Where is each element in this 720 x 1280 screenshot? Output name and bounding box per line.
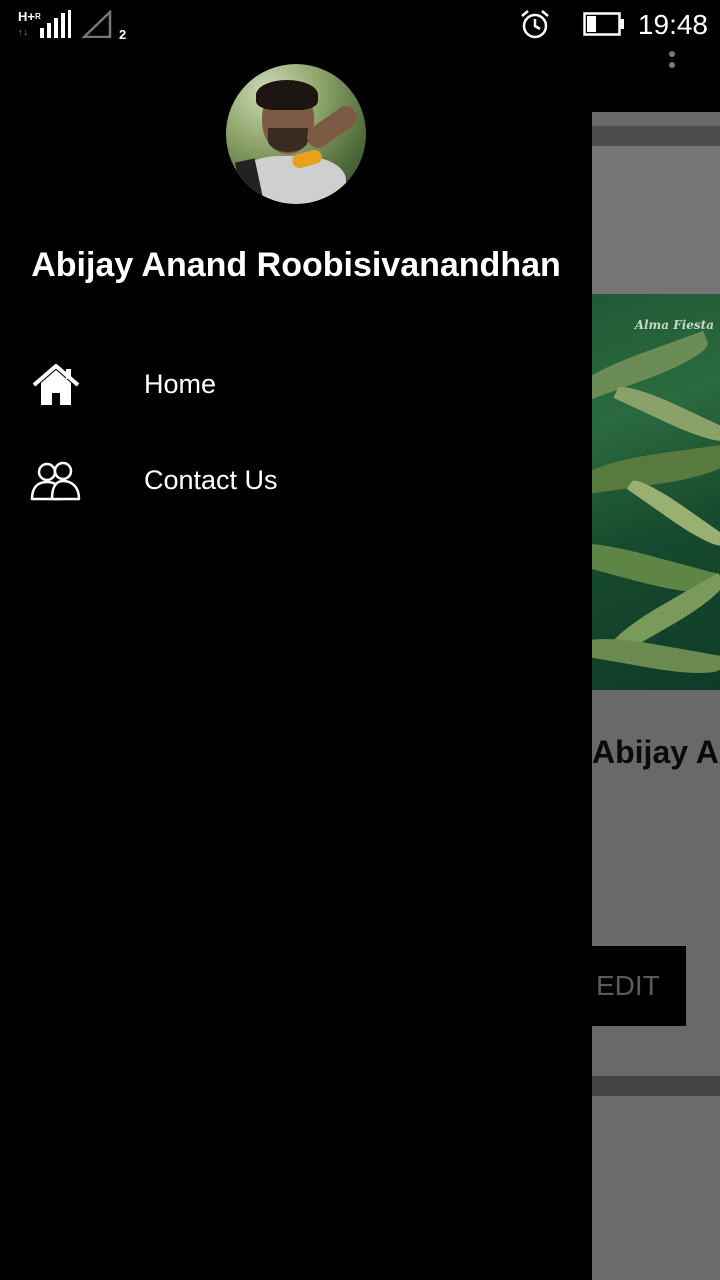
signal-empty-icon (82, 10, 112, 38)
navigation-drawer: Abijay Anand Roobisivanandhan Home Conta… (0, 50, 592, 1280)
edit-button-label: EDIT (596, 970, 660, 1001)
home-icon (32, 364, 80, 405)
signal-bars-icon (40, 10, 71, 38)
banner-image: Alma Fiesta (592, 294, 720, 690)
alarm-icon (521, 10, 549, 39)
menu-item-label: Contact Us (144, 465, 278, 495)
battery-icon (583, 12, 624, 36)
menu-item-home[interactable]: Home (0, 345, 592, 425)
menu-item-contact-us[interactable]: Contact Us (0, 441, 592, 521)
card-header (592, 146, 720, 294)
card (592, 1096, 720, 1280)
status-bar: H+R ↑↓ 2 19:48 (0, 0, 720, 50)
avatar[interactable] (226, 64, 366, 204)
card-divider (592, 1076, 720, 1096)
user-name: Abijay Anand Roobisivanandhan (31, 246, 561, 284)
profile-name: Abijay Anand Roobisivanandhan (592, 734, 720, 770)
menu-item-label: Home (144, 369, 217, 399)
network-type: H+R (18, 9, 41, 24)
sim-slot-label: 2 (119, 27, 127, 42)
app-toolbar (592, 50, 720, 112)
data-activity-icon: ↑↓ (18, 27, 29, 37)
clock: 19:48 (637, 9, 708, 40)
card-divider (592, 126, 720, 146)
edit-button[interactable]: EDIT (592, 946, 686, 1026)
contacts-icon (30, 461, 81, 501)
banner-logo: Alma Fiesta (634, 318, 714, 332)
